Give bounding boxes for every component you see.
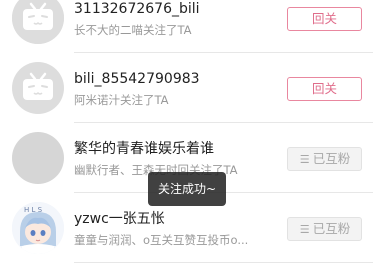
follow-source: 童童与润润、o互关互赞互投币o... — [74, 233, 249, 247]
avatar[interactable] — [12, 132, 64, 184]
follow-back-button[interactable]: 回关 — [287, 7, 362, 31]
mutual-follow-label: 已互粉 — [312, 151, 351, 166]
username[interactable]: yzwc一张五怅 — [74, 210, 165, 228]
follower-list: 31132672676_bili 长不大的二喵关注了TA 回关 bili_855… — [0, 0, 373, 279]
list-item[interactable]: bili_85542790983 阿米诺汁关注了TA 回关 — [0, 53, 373, 123]
follow-back-button[interactable]: 回关 — [287, 77, 362, 101]
bilibili-tv-icon — [12, 62, 64, 114]
username[interactable]: 繁华的青春谁娱乐着谁 — [74, 140, 214, 158]
menu-lines-icon: ☰ — [299, 153, 310, 166]
avatar[interactable]: H L S — [12, 202, 64, 254]
follow-source: 长不大的二喵关注了TA — [74, 23, 192, 37]
svg-text:H L S: H L S — [24, 206, 43, 214]
mutual-follow-label: 已互粉 — [312, 221, 351, 236]
avatar[interactable] — [12, 62, 64, 114]
list-item[interactable]: 31132672676_bili 长不大的二喵关注了TA 回关 — [0, 0, 373, 53]
divider — [74, 262, 373, 263]
mutual-follow-button[interactable]: ☰ 已互粉 — [287, 217, 362, 241]
anime-character-image: H L S — [12, 202, 64, 254]
menu-lines-icon: ☰ — [299, 223, 310, 236]
follow-source: 阿米诺汁关注了TA — [74, 93, 169, 107]
avatar[interactable] — [12, 0, 64, 44]
bilibili-tv-icon — [12, 0, 64, 44]
toast-message: 关注成功~ — [148, 172, 226, 206]
username[interactable]: 31132672676_bili — [74, 0, 200, 18]
mutual-follow-button[interactable]: ☰ 已互粉 — [287, 147, 362, 171]
username[interactable]: bili_85542790983 — [74, 70, 200, 88]
